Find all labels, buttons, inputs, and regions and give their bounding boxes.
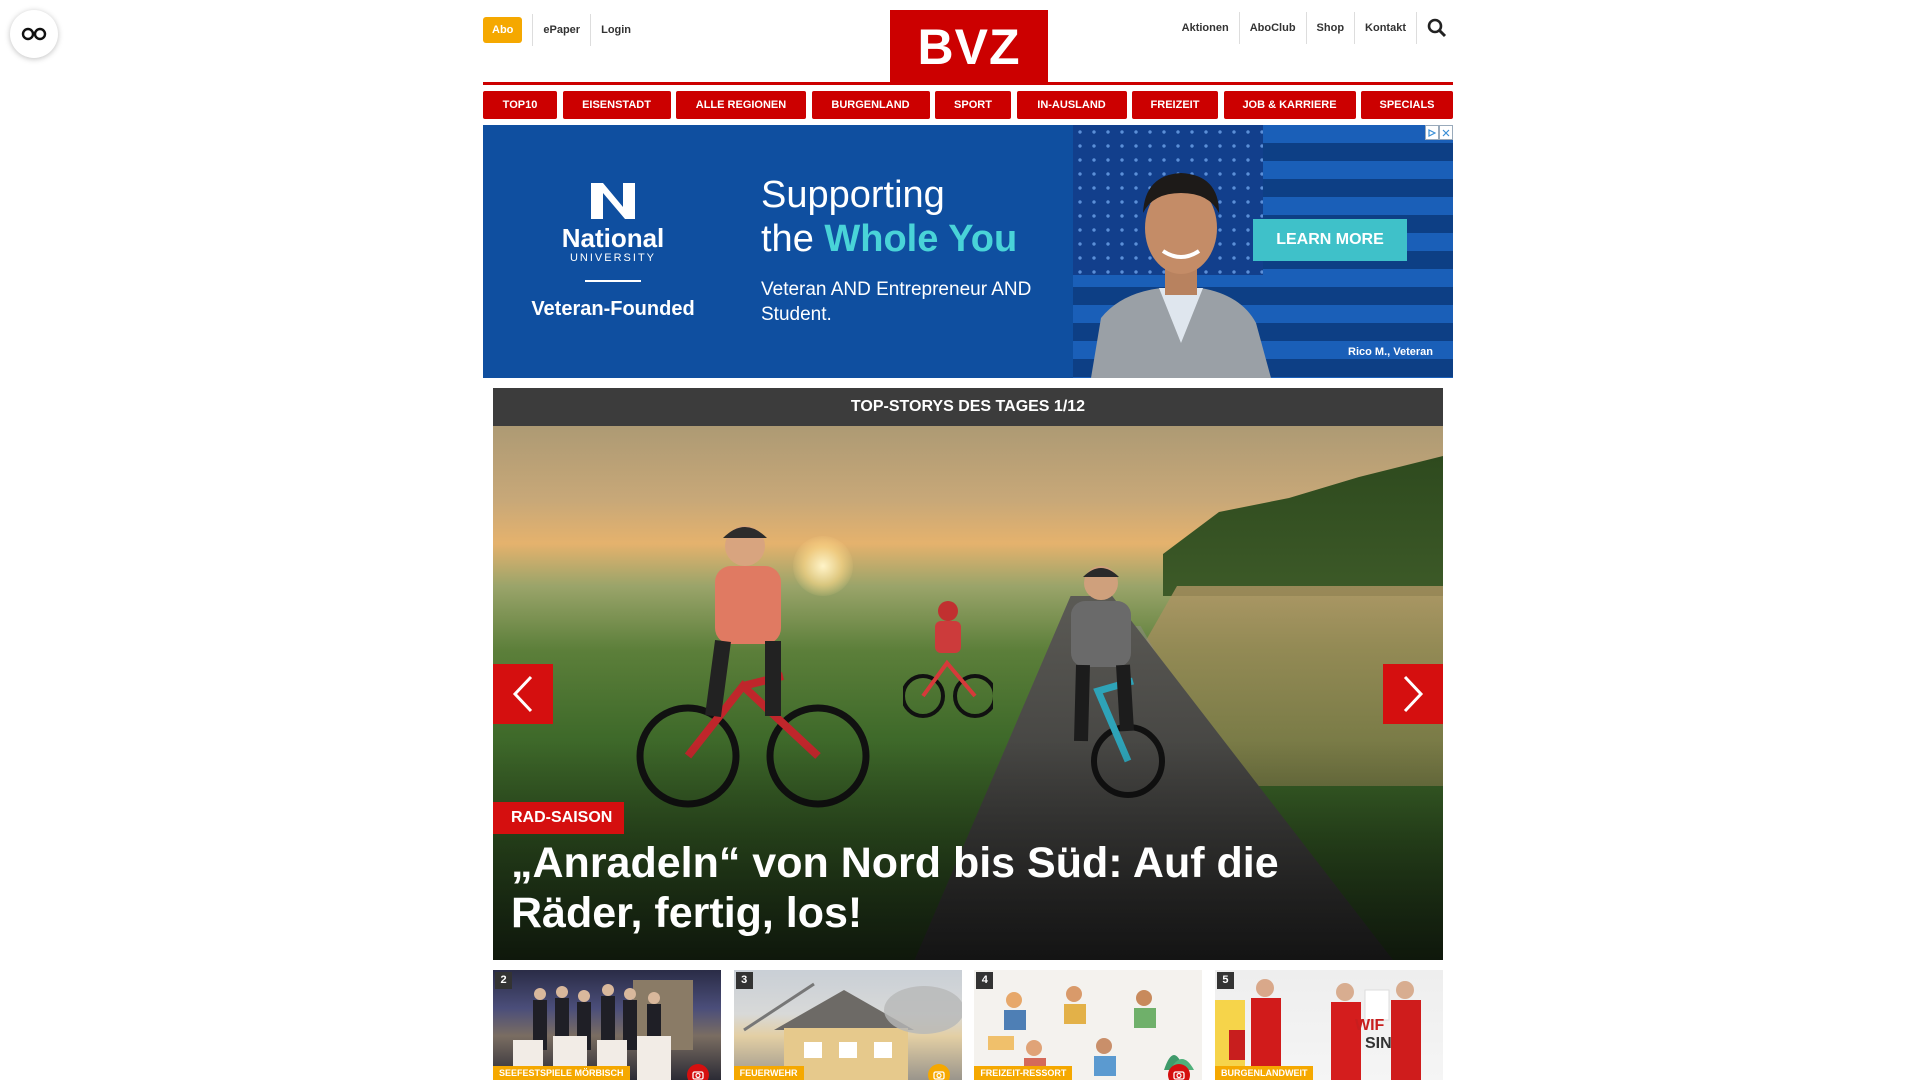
ad-tagline: Veteran-Founded <box>531 298 695 320</box>
story-thumb-label: FEUERWEHR <box>733 1066 804 1080</box>
ad-headline-line1: Supporting <box>761 174 945 216</box>
nav-item-sport[interactable]: SPORT <box>935 91 1011 119</box>
search-icon <box>1427 18 1447 38</box>
hero-category-tag[interactable]: RAD-SAISON <box>493 802 625 834</box>
nav-item-eisenstadt[interactable]: EISENSTADT <box>562 91 671 119</box>
login-link[interactable]: Login <box>590 14 641 46</box>
story-thumb-image: WIF SIN <box>1214 979 1421 1080</box>
abo-button[interactable]: Abo <box>483 17 523 43</box>
header-right-links: Aktionen AboClub Shop Kontakt <box>1172 12 1453 44</box>
carousel-next-button[interactable] <box>1383 664 1443 724</box>
story-thumb-number: 5 <box>1216 972 1234 989</box>
hero-story[interactable]: RAD-SAISON „Anradeln“ von Nord bis Süd: … <box>493 426 1443 960</box>
ad-caption: Rico M., Veteran <box>1348 346 1433 358</box>
ad-info-icon[interactable] <box>1425 125 1439 140</box>
story-thumb-label: BURGENLANDWEIT <box>1214 1066 1314 1080</box>
camera-icon <box>927 1064 950 1080</box>
camera-icon <box>687 1064 709 1080</box>
story-thumb-label: FREIZEIT-RESSORT <box>974 1066 1073 1080</box>
story-thumb-number: 4 <box>976 972 994 989</box>
story-thumbnails: 2 SEEFESTSPIELE MÖRBISCH 3 FEUERWEHR 4 F… <box>493 970 1443 1080</box>
story-thumb-5[interactable]: 5 WIF SIN BURGENLANDWEIT <box>1214 970 1443 1080</box>
ad-headline-line2: the Whole You <box>761 217 1017 261</box>
learn-more-button[interactable]: LEARN MORE <box>1253 219 1407 261</box>
aboclub-link[interactable]: AboClub <box>1240 12 1307 44</box>
story-thumb-number: 3 <box>735 972 753 989</box>
ad-headline-accent: Whole You <box>824 218 1018 260</box>
story-thumb-image <box>742 982 962 1080</box>
ad-headline: Supporting the Whole You <box>761 173 1017 261</box>
header-divider <box>483 82 1453 85</box>
site-header: Abo ePaper Login BVZ Aktionen AboClub Sh… <box>483 0 1453 85</box>
story-thumb-3[interactable]: 3 FEUERWEHR <box>733 970 962 1080</box>
main-nav: TOP10 EISENSTADT ALLE REGIONEN BURGENLAN… <box>483 91 1453 119</box>
nav-item-alle-regionen[interactable]: ALLE REGIONEN <box>676 91 806 119</box>
story-thumb-image <box>513 980 693 1080</box>
top-stories-heading: TOP-STORYS DES TAGES 1/12 <box>493 388 1443 426</box>
nav-item-job-karriere[interactable]: JOB & KARRIERE <box>1223 91 1356 119</box>
ad-brand-name: National <box>561 223 665 253</box>
national-university-logo-icon <box>591 183 635 219</box>
glasses-icon <box>21 27 47 41</box>
ad-headline-the: the <box>761 218 825 260</box>
ad-rule <box>585 280 641 282</box>
nav-item-top10[interactable]: TOP10 <box>483 91 557 119</box>
ad-subline: Veteran AND Entrepreneur AND Student. <box>761 279 1032 325</box>
chevron-right-icon <box>1403 675 1424 713</box>
ad-photo: LEARN MORE Rico M., Veteran <box>1073 125 1453 378</box>
chevron-left-icon <box>512 675 533 713</box>
epaper-link[interactable]: ePaper <box>532 14 590 46</box>
hero-trees <box>1163 456 1443 596</box>
story-thumb-4[interactable]: 4 FREIZEIT-RESSORT <box>974 970 1203 1080</box>
ad-choices[interactable] <box>1425 125 1453 140</box>
ad-brand-block: National UNIVERSITY Veteran-Founded <box>483 125 743 378</box>
advertisement-banner[interactable]: National UNIVERSITY Veteran-Founded Supp… <box>483 125 1453 378</box>
svg-text:SIN: SIN <box>1365 1035 1392 1052</box>
kontakt-link[interactable]: Kontakt <box>1355 12 1417 44</box>
story-thumb-number: 2 <box>495 972 512 989</box>
bvz-logo[interactable]: BVZ <box>890 10 1048 84</box>
story-thumb-image <box>988 986 1195 1078</box>
top-stories: TOP-STORYS DES TAGES 1/12 RAD-SAISON „An… <box>493 388 1443 960</box>
nav-item-freizeit[interactable]: FREIZEIT <box>1132 91 1218 119</box>
header-left-links: Abo ePaper Login <box>483 14 641 46</box>
carousel-prev-button[interactable] <box>493 664 553 724</box>
shop-link[interactable]: Shop <box>1307 12 1356 44</box>
page-container: Abo ePaper Login BVZ Aktionen AboClub Sh… <box>483 0 1453 1080</box>
nav-item-in-ausland[interactable]: IN-AUSLAND <box>1016 91 1127 119</box>
search-button[interactable] <box>1421 12 1453 44</box>
ad-person-illustration <box>1091 173 1271 378</box>
hero-headline[interactable]: „Anradeln“ von Nord bis Süd: Auf die Räd… <box>511 838 1371 938</box>
ad-brand-sub: UNIVERSITY <box>569 252 656 264</box>
nav-item-burgenland[interactable]: BURGENLAND <box>811 91 930 119</box>
cyclist-child-illustration <box>903 601 993 718</box>
svg-text:WIF: WIF <box>1355 1017 1385 1034</box>
reader-mode-button[interactable] <box>10 10 58 58</box>
aktionen-link[interactable]: Aktionen <box>1172 12 1240 44</box>
nav-item-specials[interactable]: SPECIALS <box>1361 91 1453 119</box>
story-thumb-2[interactable]: 2 SEEFESTSPIELE MÖRBISCH <box>493 970 721 1080</box>
ad-close-icon[interactable] <box>1439 125 1453 140</box>
story-thumb-label: SEEFESTSPIELE MÖRBISCH <box>493 1066 630 1080</box>
